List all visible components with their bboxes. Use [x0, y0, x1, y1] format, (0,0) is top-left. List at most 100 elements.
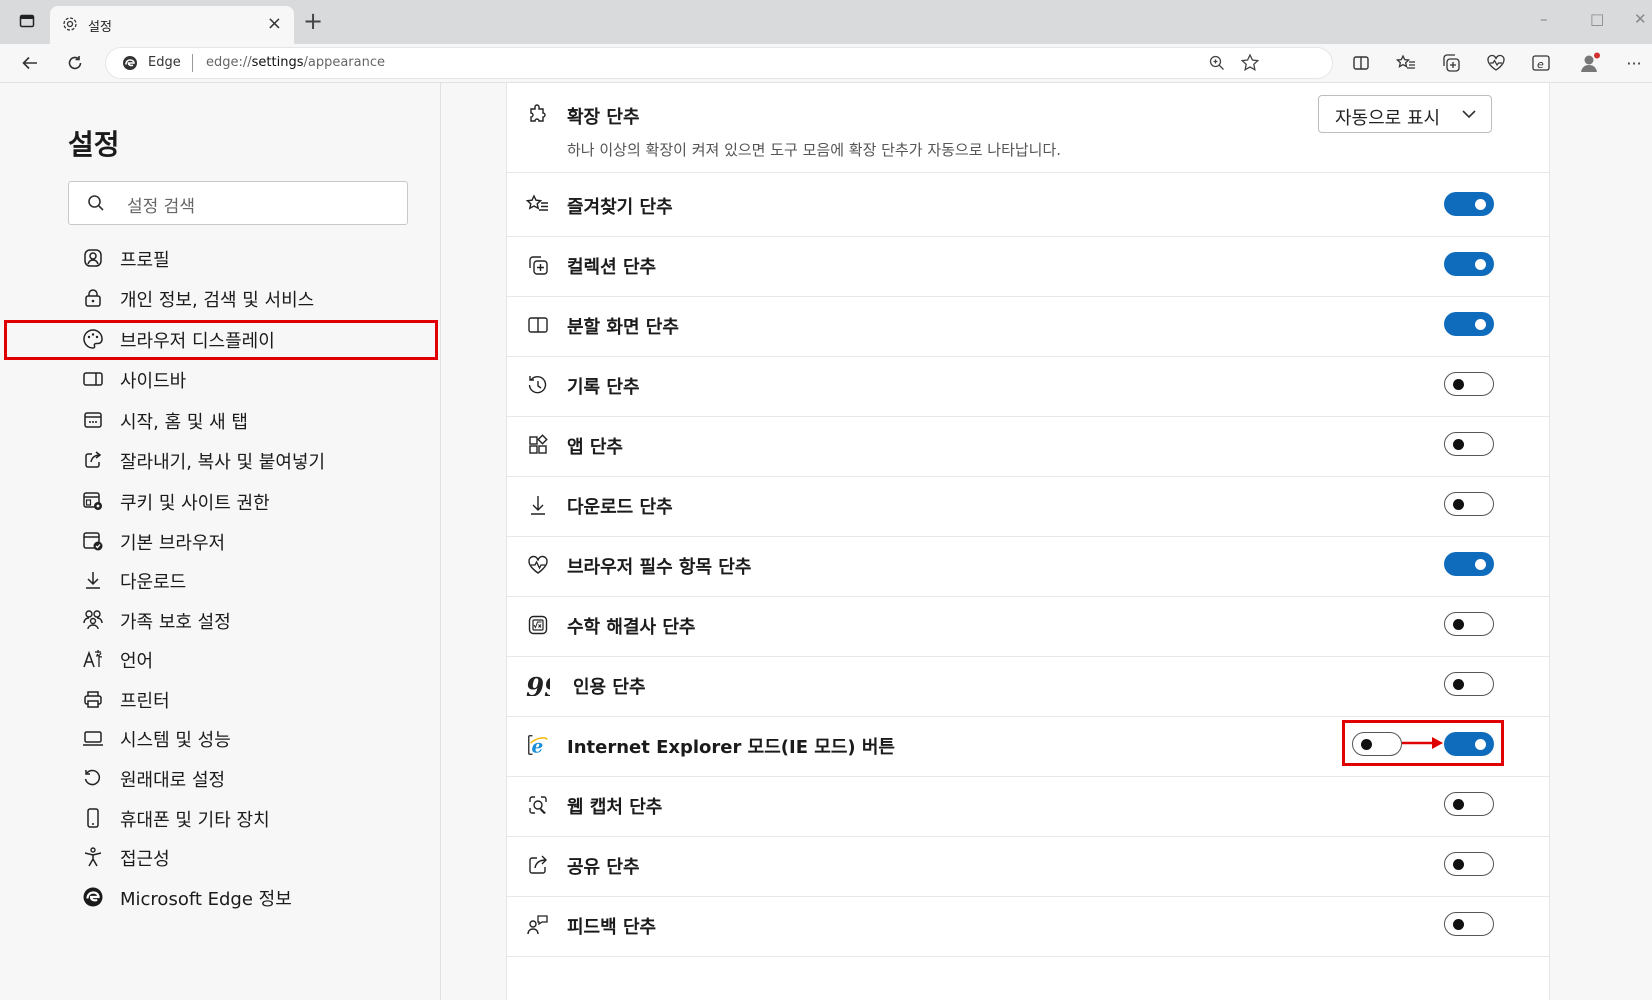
- extensions-visibility-dropdown[interactable]: 자동으로 표시: [1318, 95, 1492, 133]
- new-tab-button[interactable]: +: [303, 9, 323, 33]
- start-page-icon: [82, 409, 104, 431]
- sidebar-item-accessibility[interactable]: 접근성: [82, 841, 422, 873]
- printer-icon: [82, 688, 104, 710]
- tab-close-button[interactable]: ×: [267, 13, 282, 34]
- sidebar-icon: [82, 368, 104, 390]
- back-icon[interactable]: [17, 50, 43, 76]
- svg-text:99: 99: [526, 674, 550, 696]
- sidebar-item-label: 사이드바: [120, 371, 187, 392]
- sidebar-item-profile[interactable]: 프로필: [82, 242, 422, 274]
- setting-row-split-screen: 분할 화면 단추: [507, 293, 1549, 357]
- heart-pulse-icon: [526, 553, 550, 577]
- phone-icon: [82, 807, 104, 829]
- minimize-button[interactable]: –: [1540, 10, 1548, 28]
- feedback-toggle[interactable]: [1444, 912, 1494, 936]
- setting-label: 컬렉션 단추: [567, 257, 657, 278]
- default-browser-icon: [82, 530, 104, 552]
- language-icon: [82, 648, 104, 670]
- page-title: 설정: [68, 128, 120, 161]
- edge-logo-icon: [122, 55, 138, 71]
- setting-row-favorites: 즐겨찾기 단추: [507, 173, 1549, 237]
- setting-label: 피드백 단추: [567, 917, 657, 938]
- share-icon: [526, 853, 550, 877]
- apps-toggle[interactable]: [1444, 432, 1494, 456]
- sidebar-item-language[interactable]: 언어: [82, 643, 422, 675]
- selected-item-highlight: [4, 320, 438, 360]
- laptop-icon: [82, 727, 104, 749]
- favorites-toggle[interactable]: [1444, 192, 1494, 216]
- setting-row-extensions: 확장 단추 하나 이상의 확장이 켜져 있으면 도구 모음에 확장 단추가 자동…: [507, 83, 1549, 173]
- setting-label: 분할 화면 단추: [567, 317, 679, 338]
- sidebar-item-cookies[interactable]: 쿠키 및 사이트 권한: [82, 485, 422, 517]
- chevron-down-icon: [1461, 107, 1477, 121]
- share-icon: [82, 449, 104, 471]
- sidebar-item-reset[interactable]: 원래대로 설정: [82, 762, 422, 794]
- search-icon: [87, 194, 105, 212]
- sidebar-item-sidebar[interactable]: 사이드바: [82, 363, 422, 395]
- maximize-button[interactable]: □: [1590, 10, 1604, 28]
- sidebar-item-privacy[interactable]: 개인 정보, 검색 및 서비스: [82, 282, 422, 314]
- sidebar-item-downloads[interactable]: 다운로드: [82, 564, 422, 596]
- setting-label: 즐겨찾기 단추: [567, 197, 673, 218]
- heart-pulse-icon[interactable]: [1483, 50, 1509, 76]
- add-favorite-icon[interactable]: [1240, 53, 1260, 73]
- sidebar-item-system[interactable]: 시스템 및 성능: [82, 722, 422, 754]
- address-bar[interactable]: Edge edge://settings/appearance: [106, 48, 1332, 78]
- refresh-icon[interactable]: [62, 50, 88, 76]
- share-toggle[interactable]: [1444, 852, 1494, 876]
- setting-row-apps: 앱 단추: [507, 413, 1549, 477]
- sidebar-item-phone[interactable]: 휴대폰 및 기타 장치: [82, 802, 422, 834]
- sidebar-item-label: 언어: [120, 651, 154, 672]
- setting-row-downloads: 다운로드 단추: [507, 473, 1549, 537]
- cookie-permissions-icon: [82, 490, 104, 512]
- avatar[interactable]: [1577, 50, 1603, 76]
- tab-actions-icon[interactable]: [14, 8, 40, 34]
- setting-row-citations: 99 인용 단추: [507, 653, 1549, 717]
- collections-icon: [526, 253, 550, 277]
- sidebar-item-about[interactable]: Microsoft Edge 정보: [82, 881, 422, 913]
- browser-essentials-toggle[interactable]: [1444, 552, 1494, 576]
- sidebar-item-copy-paste[interactable]: 잘라내기, 복사 및 붙여넣기: [82, 444, 422, 476]
- web-capture-icon: [526, 793, 550, 817]
- web-capture-toggle[interactable]: [1444, 792, 1494, 816]
- setting-row-browser-essentials: 브라우저 필수 항목 단추: [507, 533, 1549, 597]
- sidebar-item-label: 휴대폰 및 기타 장치: [120, 810, 270, 831]
- zoom-icon[interactable]: [1208, 54, 1226, 72]
- history-toggle[interactable]: [1444, 372, 1494, 396]
- setting-label: 확장 단추: [567, 107, 640, 128]
- setting-row-ie-mode: e Internet Explorer 모드(IE 모드) 버튼: [507, 713, 1549, 777]
- sidebar-item-printers[interactable]: 프린터: [82, 683, 422, 715]
- setting-description: 하나 이상의 확장이 켜져 있으면 도구 모음에 확장 단추가 자동으로 나타납…: [567, 141, 1062, 159]
- setting-label: 웹 캡처 단추: [567, 797, 663, 818]
- sidebar-item-default-browser[interactable]: 기본 브라우저: [82, 525, 422, 557]
- math-solver-toggle[interactable]: [1444, 612, 1494, 636]
- address-site-label: Edge: [148, 55, 181, 70]
- close-window-button[interactable]: ✕: [1634, 10, 1647, 28]
- sidebar-item-family[interactable]: 가족 보호 설정: [82, 604, 422, 636]
- favorites-icon[interactable]: [1393, 50, 1419, 76]
- search-input[interactable]: 설정 검색: [68, 181, 408, 225]
- collections-toggle[interactable]: [1444, 252, 1494, 276]
- split-screen-icon[interactable]: [1348, 50, 1374, 76]
- history-icon: [526, 373, 550, 397]
- tab-settings[interactable]: 설정 ×: [50, 6, 294, 44]
- reset-icon: [82, 767, 104, 789]
- feedback-icon: [526, 913, 550, 937]
- sidebar-item-label: Microsoft Edge 정보: [120, 889, 292, 910]
- setting-row-web-capture: 웹 캡처 단추: [507, 773, 1549, 837]
- dropdown-value: 자동으로 표시: [1335, 108, 1441, 129]
- sidebar-item-label: 잘라내기, 복사 및 붙여넣기: [120, 452, 326, 473]
- address-url: edge://settings/appearance: [206, 55, 385, 70]
- citations-toggle[interactable]: [1444, 672, 1494, 696]
- downloads-toggle[interactable]: [1444, 492, 1494, 516]
- gear-icon: [62, 16, 78, 32]
- setting-label: 앱 단추: [567, 437, 623, 458]
- accessibility-icon: [82, 846, 104, 868]
- collections-icon[interactable]: [1438, 50, 1464, 76]
- more-menu-button[interactable]: ···: [1621, 50, 1647, 76]
- sidebar-item-label: 기본 브라우저: [120, 533, 226, 554]
- ie-mode-toolbar-icon[interactable]: e: [1528, 50, 1554, 76]
- split-screen-toggle[interactable]: [1444, 312, 1494, 336]
- setting-row-math-solver: 수학 해결사 단추: [507, 593, 1549, 657]
- sidebar-item-start-home[interactable]: 시작, 홈 및 새 탭: [82, 404, 422, 436]
